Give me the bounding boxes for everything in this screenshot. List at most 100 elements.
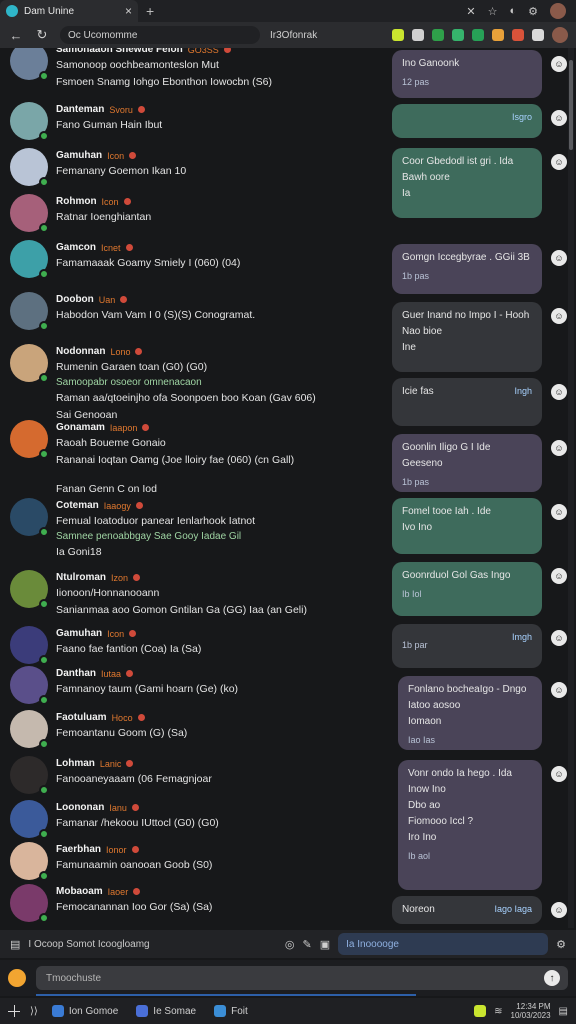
chat-message[interactable]: Gamcon Icnet Famamaaak Goamy Smiely I (060… <box>10 240 380 279</box>
user-avatar[interactable] <box>10 48 49 81</box>
message-bubble[interactable]: Fomel tooe Iah . Ide Ivo Ino <box>392 498 542 554</box>
bubble-reply-label[interactable]: Ingh <box>514 386 532 396</box>
tray-app-icon[interactable] <box>474 1005 487 1017</box>
task-view-icon[interactable]: ⟩⟩ <box>30 1006 38 1017</box>
chat-message[interactable]: Rohmon Icon Ratnar Ioenghiantan <box>10 194 380 233</box>
reaction-icon[interactable]: ☺ <box>551 154 567 170</box>
reaction-icon[interactable]: ☺ <box>551 110 567 126</box>
username[interactable]: Doobon <box>56 294 94 305</box>
windows-start-icon[interactable] <box>8 1005 20 1017</box>
username[interactable]: Danteman <box>56 104 104 115</box>
user-avatar[interactable] <box>10 498 49 537</box>
image-icon[interactable]: ▣ <box>320 938 330 951</box>
extension-icon[interactable]: ◐ <box>509 5 516 17</box>
chat-message[interactable]: Danteman Svoru Fano Guman Hain Ibut <box>10 102 380 141</box>
extension-orange-icon[interactable] <box>492 29 504 41</box>
user-avatar[interactable] <box>10 102 49 141</box>
username[interactable]: Ntulroman <box>56 572 106 583</box>
username[interactable]: Danthan <box>56 668 96 679</box>
chat-message[interactable]: Ntulroman Izon Iionoon/Honnanooann Sanianma… <box>10 570 380 617</box>
message-bubble[interactable]: Icie fas Ingh <box>392 378 542 426</box>
message-bubble[interactable]: Goonrduol Gol Gas Ingo Ib Iol <box>392 562 542 616</box>
tab-close-icon[interactable]: × <box>125 4 132 18</box>
chat-message[interactable]: Gamuhan Icon Femanany Goemon Ikan 10 <box>10 148 380 187</box>
message-bubble[interactable]: Goonlin Iligo G I Ide Geeseno 1b pas <box>392 434 542 492</box>
settings-icon[interactable]: ⚙ <box>528 5 538 18</box>
user-avatar[interactable] <box>10 884 49 923</box>
back-icon[interactable]: ← <box>8 28 24 43</box>
reaction-icon[interactable]: ☺ <box>551 56 567 72</box>
format-icon[interactable]: ▤ <box>10 938 20 951</box>
extension-grid-icon[interactable] <box>412 29 424 41</box>
user-avatar[interactable] <box>10 420 49 459</box>
toolbar-profile-avatar[interactable] <box>552 27 568 43</box>
chat-message[interactable]: Faerbhan Ionor Famunaamin oanooan Goob (S0… <box>10 842 380 881</box>
message-bubble[interactable]: Fonlano bocheaIgo - Dngo Iatoo aosoo Iomao… <box>398 676 542 750</box>
message-input[interactable]: Tmoochuste ↑ <box>36 966 568 990</box>
username[interactable]: Nodonnan <box>56 346 105 357</box>
username[interactable]: Gonamam <box>56 422 105 433</box>
reaction-icon[interactable]: ☺ <box>551 440 567 456</box>
username[interactable]: Mobaoam <box>56 886 103 897</box>
username[interactable]: Gamuhan <box>56 628 102 639</box>
star-icon[interactable]: ☆ <box>488 5 498 18</box>
reaction-icon[interactable]: ☺ <box>551 504 567 520</box>
user-avatar[interactable] <box>10 842 49 881</box>
message-bubble[interactable]: Gomgn Iccegbyrae . GGii 3B 1b pas <box>392 244 542 294</box>
message-bubble[interactable]: 1b par Imgh <box>392 624 542 668</box>
reaction-icon[interactable]: ☺ <box>551 682 567 698</box>
extension-lime-icon[interactable] <box>392 29 404 41</box>
address-bar[interactable]: Oc Ucomomme <box>60 26 260 44</box>
username[interactable]: Lohman <box>56 758 95 769</box>
chat-message[interactable]: Faotuluam Hoco Femoantanu Goom (G) (Sa) <box>10 710 380 749</box>
extension-menu-icon[interactable] <box>532 29 544 41</box>
reaction-icon[interactable]: ☺ <box>551 630 567 646</box>
username[interactable]: Faerbhan <box>56 844 101 855</box>
username[interactable]: Gamcon <box>56 242 96 253</box>
user-avatar[interactable] <box>10 800 49 839</box>
extension-green-icon[interactable] <box>432 29 444 41</box>
taskbar-item[interactable]: Foit <box>210 1005 252 1017</box>
extension-red-icon[interactable] <box>512 29 524 41</box>
user-avatar[interactable] <box>10 292 49 331</box>
bubble-reply-label[interactable]: Iago Iaga <box>494 904 532 914</box>
message-bubble[interactable]: Coor Gbedodl ist gri . Ida Bawh oore Ia <box>392 148 542 218</box>
send-button[interactable]: ↑ <box>544 970 560 986</box>
chat-message[interactable]: Doobon Uan Habodon Vam Vam I 0 (S)(S) Cono… <box>10 292 380 331</box>
taskbar-item[interactable]: Ion Gomoe <box>48 1005 122 1017</box>
scrollbar-track[interactable] <box>568 48 574 928</box>
bookmark-link[interactable]: Ir3Ofonrak <box>270 30 317 41</box>
chat-message[interactable]: Fanan Genn C on Iod <box>10 480 380 496</box>
user-avatar[interactable] <box>10 710 49 749</box>
taskbar-item[interactable]: Ie Somae <box>132 1005 200 1017</box>
reaction-icon[interactable]: ☺ <box>551 902 567 918</box>
gif-icon[interactable]: ◎ <box>285 938 295 951</box>
search-field[interactable]: Ia Inooooge <box>338 933 549 955</box>
notification-icon[interactable]: ▤ <box>559 1006 568 1017</box>
message-bubble[interactable]: Guer Inand no Impo I - Hooh Nao bioe Ine <box>392 302 542 372</box>
close-window-icon[interactable]: ✕ <box>466 5 475 18</box>
user-avatar[interactable] <box>10 148 49 187</box>
username[interactable]: Faotuluam <box>56 712 107 723</box>
user-avatar[interactable] <box>10 344 49 383</box>
reload-icon[interactable]: ↻ <box>34 27 50 43</box>
chat-message[interactable]: Nodonnan Lono Rumenin Garaen toan (G0) (G0… <box>10 344 380 422</box>
user-avatar[interactable] <box>10 756 49 795</box>
chat-message[interactable]: Danthan Iutaa Famnanoy taum (Gami hoarn (G… <box>10 666 380 705</box>
new-tab-icon[interactable]: + <box>146 3 154 19</box>
chat-message[interactable]: Gonamam Iaapon Raoah Boueme Gonaio Rananai … <box>10 420 380 467</box>
settings-gear-icon[interactable]: ⚙ <box>556 938 566 951</box>
extension-leaf-icon[interactable] <box>452 29 464 41</box>
username[interactable]: Loononan <box>56 802 104 813</box>
username[interactable]: Rohmon <box>56 196 97 207</box>
bubble-reply-label[interactable]: Isgro <box>512 112 532 122</box>
reaction-icon[interactable]: ☺ <box>551 568 567 584</box>
user-avatar[interactable] <box>10 570 49 609</box>
reaction-icon[interactable]: ☺ <box>551 250 567 266</box>
extension-circle-icon[interactable] <box>472 29 484 41</box>
message-bubble[interactable]: Noreon Iago Iaga <box>392 896 542 924</box>
chat-message[interactable]: Lohman Lanic Fanooaneyaaam (06 Femagnjoar <box>10 756 380 795</box>
username[interactable]: Samonaaon Snewde Felon <box>56 48 183 55</box>
message-bubble[interactable]: Ino Ganoonk 12 pas <box>392 50 542 98</box>
user-avatar[interactable] <box>10 194 49 233</box>
